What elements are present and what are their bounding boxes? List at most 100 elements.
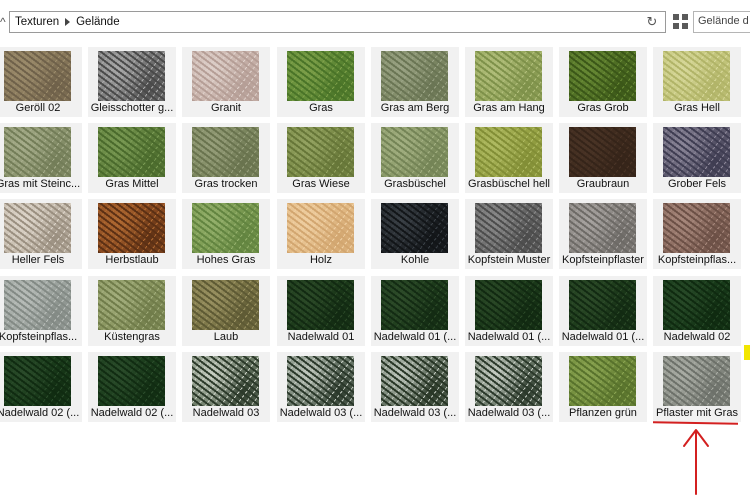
texture-thumbnail [663,356,730,406]
annotation-underline [652,421,739,425]
texture-label: Kopfstein Muster [467,254,551,266]
texture-tile[interactable]: Gras mit Steinc... [0,123,82,193]
texture-label: Nadelwald 03 (... [467,407,551,419]
texture-tile[interactable]: Gras am Berg [371,47,459,117]
texture-thumbnail [287,280,354,330]
texture-tile[interactable]: Kopfsteinpflaster [559,199,647,269]
refresh-icon[interactable]: ↻ [645,15,659,29]
texture-thumbnail [4,203,71,253]
texture-tile[interactable]: Holz [277,199,365,269]
texture-thumbnail [381,127,448,177]
texture-tile[interactable]: Heller Fels [0,199,82,269]
breadcrumb-item-texturen[interactable]: Texturen [15,16,59,28]
texture-label: Gleisschotter g... [90,102,174,114]
texture-thumbnail [4,280,71,330]
texture-tile[interactable]: Grasbüschel [371,123,459,193]
texture-label: Nadelwald 01 [287,331,355,343]
texture-thumbnail [663,127,730,177]
breadcrumb[interactable]: Texturen Gelände ↻ [9,11,666,33]
texture-label: Gras Grob [577,102,629,114]
texture-tile[interactable]: Hohes Gras [182,199,270,269]
texture-tile[interactable]: Nadelwald 03 (... [465,352,553,422]
scroll-marker [744,345,750,360]
texture-tile[interactable]: Grasbüschel hell [465,123,553,193]
texture-thumbnail [192,203,259,253]
texture-tile[interactable]: Gras am Hang [465,47,553,117]
texture-tile[interactable]: Graubraun [559,123,647,193]
texture-tile[interactable]: Gras Hell [653,47,741,117]
texture-thumbnail [4,356,71,406]
texture-thumbnail [287,127,354,177]
texture-thumbnail [475,51,542,101]
toolbar: ^ Texturen Gelände ↻ Gelände d [0,0,750,42]
texture-thumbnail [381,280,448,330]
texture-tile[interactable]: Pflaster mit Gras [653,352,741,422]
texture-thumbnail [381,203,448,253]
texture-tile[interactable]: Gras Grob [559,47,647,117]
texture-label: Pflaster mit Gras [656,407,738,419]
texture-thumbnail [475,203,542,253]
texture-label: Küstengras [104,331,160,343]
texture-thumbnail [192,127,259,177]
texture-label: Kopfsteinpflaster [562,254,644,266]
texture-tile[interactable]: Geröll 02 [0,47,82,117]
texture-label: Gras Wiese [292,178,350,190]
texture-label: Gras am Hang [473,102,545,114]
texture-tile[interactable]: Nadelwald 03 [182,352,270,422]
texture-tile[interactable]: Gras trocken [182,123,270,193]
annotation-arrow-icon [683,429,709,495]
texture-tile[interactable]: Gleisschotter g... [88,47,176,117]
texture-thumbnail [192,51,259,101]
search-input[interactable]: Gelände d [693,11,750,33]
texture-label: Grasbüschel [384,178,446,190]
texture-thumbnail [98,51,165,101]
texture-tile[interactable]: Nadelwald 03 (... [277,352,365,422]
texture-tile[interactable]: Nadelwald 01 [277,276,365,346]
texture-label: Granit [211,102,241,114]
texture-tile[interactable]: Gras Wiese [277,123,365,193]
texture-thumbnail [475,127,542,177]
texture-label: Pflanzen grün [569,407,637,419]
texture-tile[interactable]: Granit [182,47,270,117]
chevron-up-icon[interactable]: ^ [0,12,8,32]
texture-tile[interactable]: Nadelwald 03 (... [371,352,459,422]
texture-thumbnail [569,280,636,330]
grid-view-icon[interactable] [673,14,688,29]
texture-tile[interactable]: Gras Mittel [88,123,176,193]
texture-label: Nadelwald 03 (... [373,407,457,419]
texture-label: Nadelwald 01 (... [373,331,457,343]
texture-tile[interactable]: Gras [277,47,365,117]
texture-thumbnail [569,51,636,101]
texture-tile[interactable]: Nadelwald 01 (... [371,276,459,346]
texture-tile[interactable]: Nadelwald 02 (... [88,352,176,422]
texture-label: Gras Mittel [105,178,159,190]
texture-thumbnail [569,356,636,406]
texture-tile[interactable]: Laub [182,276,270,346]
texture-thumbnail [4,51,71,101]
texture-tile[interactable]: Kopfstein Muster [465,199,553,269]
texture-thumbnail [381,356,448,406]
texture-tile[interactable]: Nadelwald 02 [653,276,741,346]
texture-tile[interactable]: Grober Fels [653,123,741,193]
breadcrumb-item-gelaende[interactable]: Gelände [76,16,119,28]
texture-label: Nadelwald 01 (... [561,331,645,343]
breadcrumb-separator-icon [65,18,71,26]
texture-thumbnail [663,280,730,330]
texture-tile[interactable]: Kopfsteinpflas... [653,199,741,269]
texture-tile[interactable]: Kohle [371,199,459,269]
texture-tile[interactable]: Pflanzen grün [559,352,647,422]
texture-tile[interactable]: Nadelwald 01 (... [559,276,647,346]
texture-tile[interactable]: Küstengras [88,276,176,346]
texture-tile[interactable]: Nadelwald 02 (... [0,352,82,422]
texture-tile[interactable]: Nadelwald 01 (... [465,276,553,346]
texture-label: Herbstlaub [105,254,159,266]
texture-tile[interactable]: Herbstlaub [88,199,176,269]
texture-thumbnail [98,203,165,253]
texture-tile[interactable]: Kopfsteinpflas... [0,276,82,346]
texture-thumbnail [569,127,636,177]
texture-thumbnail [569,203,636,253]
texture-thumbnail [98,356,165,406]
texture-thumbnail [381,51,448,101]
texture-label: Kopfsteinpflas... [657,254,737,266]
texture-label: Grasbüschel hell [468,178,550,190]
